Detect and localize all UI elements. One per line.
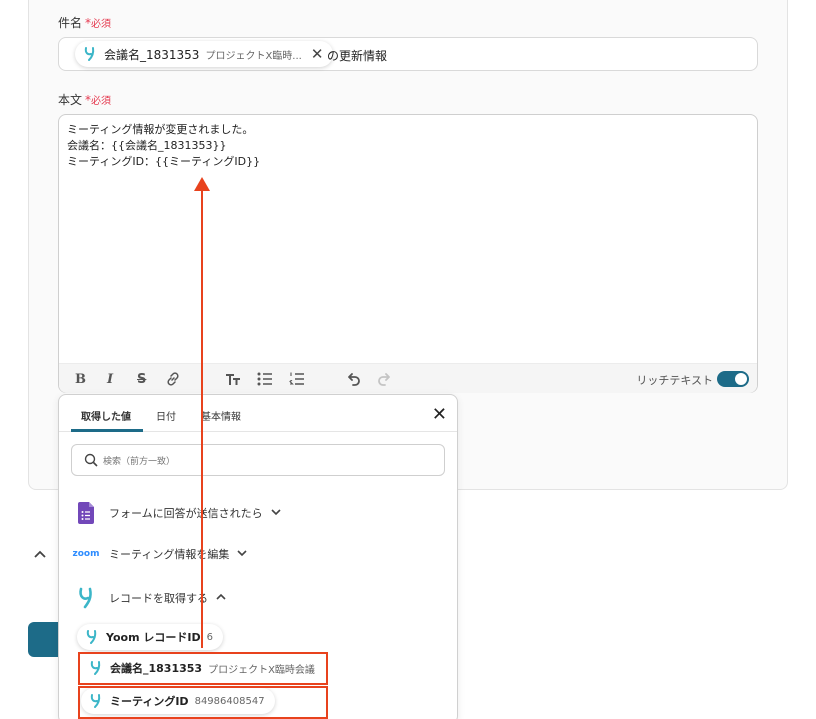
subject-input[interactable]: 会議名_1831353 プロジェクトX臨時... ✕ の更新情報	[58, 37, 758, 71]
group-get-record[interactable]: レコードを取得する	[73, 587, 226, 609]
numbered-list-icon[interactable]	[289, 372, 305, 386]
chip-label: 会議名_1831353	[104, 47, 200, 62]
annotation-arrow-head	[194, 177, 210, 191]
text-size-icon[interactable]	[225, 372, 241, 386]
group-label: ミーティング情報を編集	[109, 548, 230, 561]
chevron-up-icon[interactable]	[34, 548, 46, 562]
yoom-logo-icon	[84, 47, 95, 61]
strikethrough-icon[interactable]: S	[137, 372, 146, 387]
redo-icon[interactable]	[377, 372, 393, 386]
zoom-logo-icon: zoom	[72, 549, 100, 559]
chevron-up-icon	[216, 593, 226, 604]
bold-icon[interactable]: B	[75, 372, 86, 387]
close-icon[interactable]: ✕	[432, 404, 447, 425]
group-form-trigger[interactable]: フォームに回答が送信されたら	[73, 502, 281, 524]
rich-text-label: リッチテキスト	[636, 374, 713, 387]
body-line: ミーティング情報が変更されました。	[67, 123, 254, 136]
annotation-arrow-line	[201, 188, 203, 648]
group-zoom-edit[interactable]: zoom ミーティング情報を編集	[73, 546, 247, 562]
highlight-box-meeting-id	[78, 686, 328, 719]
link-icon[interactable]	[166, 372, 180, 386]
search-input[interactable]: 検索（前方一致）	[71, 444, 445, 476]
subject-suffix-text: の更新情報	[327, 49, 388, 63]
body-editor[interactable]: ミーティング情報が変更されました。 会議名：{{会議名_1831353}} ミー…	[58, 114, 758, 393]
tab-acquired-values[interactable]: 取得した値	[81, 408, 131, 423]
chevron-down-icon	[237, 549, 247, 560]
google-forms-icon	[78, 502, 94, 524]
chip-remove-icon[interactable]: ✕	[311, 45, 324, 63]
body-text[interactable]: ミーティング情報が変更されました。 会議名：{{会議名_1831353}} ミー…	[67, 122, 260, 170]
tab-basic-info[interactable]: 基本情報	[201, 408, 241, 423]
subject-variable-chip[interactable]: 会議名_1831353 プロジェクトX臨時... ✕	[75, 41, 334, 67]
group-label: レコードを取得する	[109, 592, 208, 605]
yoom-logo-icon	[79, 587, 92, 609]
italic-icon[interactable]: I	[107, 372, 113, 387]
undo-icon[interactable]	[345, 372, 361, 386]
body-line: 会議名：{{会議名_1831353}}	[67, 139, 227, 152]
editor-toolbar: B I S リッチテキスト	[59, 363, 757, 393]
item-label: Yoom レコードID	[106, 631, 201, 644]
active-tab-indicator	[71, 429, 143, 432]
search-placeholder: 検索（前方一致）	[103, 457, 176, 467]
group-label: フォームに回答が送信されたら	[109, 507, 263, 520]
toggle-knob	[735, 373, 747, 385]
tab-date[interactable]: 日付	[156, 408, 176, 423]
body-line: ミーティングID：{{ミーティングID}}	[67, 155, 261, 168]
bullet-list-icon[interactable]	[257, 372, 273, 386]
item-value: 6	[206, 631, 213, 643]
picker-tabs: 取得した値 日付 基本情報 ✕	[59, 395, 457, 432]
search-icon	[84, 453, 98, 467]
chevron-down-icon	[271, 508, 281, 519]
chip-sublabel: プロジェクトX臨時...	[205, 50, 302, 62]
highlight-box-meeting-name	[78, 652, 328, 685]
yoom-logo-icon	[86, 630, 97, 644]
body-label: 本文 *必須	[58, 93, 112, 107]
subject-label: 件名 *必須	[58, 16, 112, 30]
rich-text-toggle[interactable]	[717, 371, 749, 387]
